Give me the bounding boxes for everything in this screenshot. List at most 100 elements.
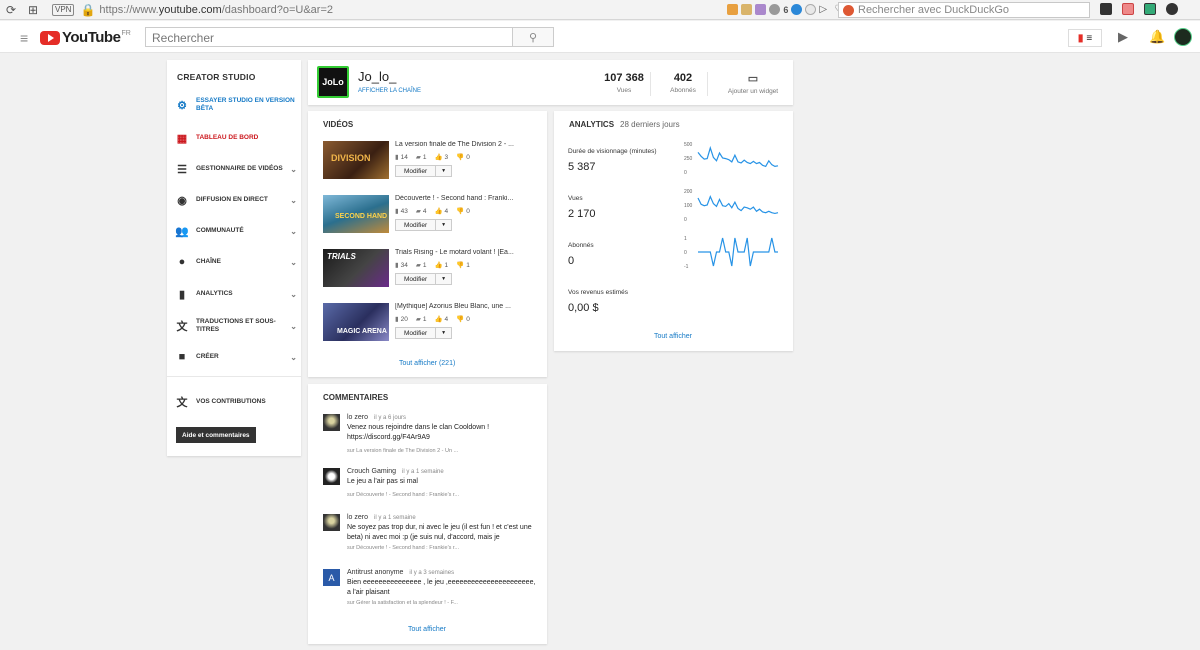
sidebar-item-try-beta[interactable]: ⚙ ESSAYER STUDIO EN VERSION BÊTA [175,97,297,113]
speed-dial-icon[interactable]: ⊞ [22,1,44,19]
modify-button[interactable]: Modifier [396,166,437,176]
thumbnail-art: DIVISION [331,153,371,163]
chevron-down-icon[interactable]: ⌄ [290,322,297,331]
sidebar-item-analytics[interactable]: ▮ ANALYTICS ⌄ [175,288,297,301]
video-thumbnail[interactable]: MAGIC ARENA [323,303,389,341]
comment-video-link[interactable]: sur Découverte ! - Second hand : Frankie… [347,545,459,551]
chevron-down-icon[interactable]: ⌄ [290,196,297,205]
modify-button[interactable]: Modifier [396,328,437,338]
windows-icon[interactable] [1100,3,1112,15]
comment-video-link[interactable]: sur La version finale de The Division 2 … [347,448,458,454]
view-channel-link[interactable]: AFFICHER LA CHAÎNE [358,88,421,94]
dislikes-count: 👎 0 [456,154,470,161]
video-thumbnail[interactable]: DIVISION [323,141,389,179]
logo-text: YouTube [62,29,121,46]
sidebar-item-community[interactable]: 👥 COMMUNAUTÉ ⌄ [175,225,297,238]
extension-icon[interactable] [727,4,739,15]
chevron-down-icon[interactable]: ▼ [436,274,451,284]
youtube-play-icon [40,30,60,45]
youtube-header: ≡ YouTube FR Rechercher ⚲ ▮ ≡ ▶ 🔔 [0,21,1200,53]
comments-card: COMMENTAIRES lo zero il y a 6 jours Venez… [308,384,547,644]
comment-video-link[interactable]: sur Gérer la satisfaction et la splendeu… [347,600,458,606]
comment-author[interactable]: Crouch Gaming il y a 1 semaine [347,468,444,475]
lock-icon[interactable]: 🔒 [80,3,95,17]
search-icon[interactable] [769,4,781,15]
chevron-down-icon[interactable]: ▼ [436,166,451,176]
comment-author[interactable]: Antitrust anonyme il y a 3 semaines [347,569,454,576]
youtube-logo[interactable]: YouTube FR [40,29,131,46]
chevron-down-icon[interactable]: ▼ [436,328,451,338]
video-title[interactable]: La version finale de The Division 2 - ..… [395,141,535,148]
duckduckgo-placeholder: Rechercher avec DuckDuckGo [858,4,1010,16]
chevron-down-icon[interactable]: ⌄ [290,165,297,174]
video-title[interactable]: Trials Rising - Le motard volant ! [Ea..… [395,249,535,256]
avatar[interactable] [323,468,340,485]
sidebar-item-live[interactable]: ◉ DIFFUSION EN DIRECT ⌄ [175,194,297,207]
address-bar[interactable]: https://www.youtube.com/dashboard?o=U&ar… [99,4,719,16]
comment-author[interactable]: lo zero il y a 1 semaine [347,514,416,521]
search-button[interactable]: ⚲ [512,27,554,47]
sparkline-tick-label: 0 [684,170,687,175]
sidebar-item-label: GESTIONNAIRE DE VIDÉOS [196,165,283,172]
comment-video-link[interactable]: sur Découverte ! - Second hand : Frankie… [347,492,459,498]
avatar[interactable] [323,414,340,431]
extension-icon[interactable] [741,4,753,15]
camera-icon[interactable]: ▶ [1118,29,1128,45]
comment-icon: ▰ [415,316,421,323]
avatar[interactable] [1174,28,1192,46]
revenue-value: 0,00 $ [568,302,599,314]
video-stats: ▮ 14 ▰ 1 👍 3 👎 0 [395,153,470,161]
video-item: MAGIC ARENA [Mythique] Azorius Bleu Blan… [323,303,538,351]
avatar[interactable] [323,514,340,531]
profile-icon[interactable] [1166,3,1178,15]
chevron-down-icon[interactable]: ⌄ [290,353,297,362]
videos-title: VIDÉOS [323,120,354,129]
comment-time: il y a 6 jours [374,415,407,421]
see-all-analytics-link[interactable]: Tout afficher [654,333,692,340]
extension-icon[interactable] [1122,3,1134,15]
avatar[interactable]: A [323,569,340,586]
add-widget-button[interactable]: ▭ Ajouter un widget [718,72,788,95]
see-all-comments-link[interactable]: Tout afficher [408,626,446,633]
views-count: ▮ 43 [395,208,408,215]
sparkline-tick-label: -1 [684,264,689,269]
video-thumbnail[interactable]: SECOND HAND [323,195,389,233]
comment-time: il y a 1 semaine [374,515,416,521]
video-title[interactable]: [Mythique] Azorius Bleu Blanc, une ... [395,303,535,310]
video-title[interactable]: Découverte ! - Second hand : Franki... [395,195,535,202]
video-thumbnail[interactable]: TRIALS [323,249,389,287]
chevron-down-icon[interactable]: ⌄ [290,227,297,236]
sidebar-item-contributions[interactable]: 文 VOS CONTRIBUTIONS [175,396,297,409]
help-feedback-button[interactable]: Aide et commentaires [176,427,256,443]
sidebar-item-video-manager[interactable]: ☰ GESTIONNAIRE DE VIDÉOS ⌄ [175,163,297,176]
modify-button[interactable]: Modifier [396,274,437,284]
see-all-videos-link[interactable]: Tout afficher (221) [399,360,455,367]
send-icon[interactable]: ▷ [819,4,831,15]
chevron-down-icon[interactable]: ▼ [436,220,451,230]
thumbs-up-icon: 👍 [434,262,443,269]
bell-icon[interactable]: 🔔 [1149,29,1165,45]
sidebar-item-dashboard[interactable]: ▦ TABLEAU DE BORD [175,132,297,145]
sidebar-item-translations[interactable]: 文 TRADUCTIONS ET SOUS-TITRES ⌄ [175,318,298,334]
menu-icon[interactable]: ≡ [20,30,28,46]
list-icon: ≡ [1086,32,1093,44]
sidebar-item-create[interactable]: ■ CRÉER ⌄ [175,351,297,363]
extension-icon[interactable] [791,4,803,15]
duckduckgo-search-field[interactable]: Rechercher avec DuckDuckGo [838,2,1090,18]
extension-icon[interactable] [1144,3,1156,15]
vpn-badge[interactable]: VPN [52,3,75,16]
chevron-down-icon[interactable]: ⌄ [290,290,297,299]
reload-icon[interactable]: ⟳ [0,1,22,19]
studio-menu-button[interactable]: ▮ ≡ [1068,29,1102,47]
extension-icon[interactable] [805,4,817,15]
url-prefix: https://www. [99,3,159,16]
video-manager-icon: ☰ [177,163,187,176]
modify-button[interactable]: Modifier [396,220,437,230]
extension-icon[interactable] [755,4,767,15]
chevron-down-icon[interactable]: ⌄ [290,258,297,267]
comment-author[interactable]: lo zero il y a 6 jours [347,414,406,421]
sidebar-item-channel[interactable]: ● CHAÎNE ⌄ [175,256,297,268]
sidebar-item-label: DIFFUSION EN DIRECT [196,196,268,203]
channel-avatar[interactable]: JoLo [317,66,349,98]
search-input[interactable]: Rechercher [145,27,513,47]
